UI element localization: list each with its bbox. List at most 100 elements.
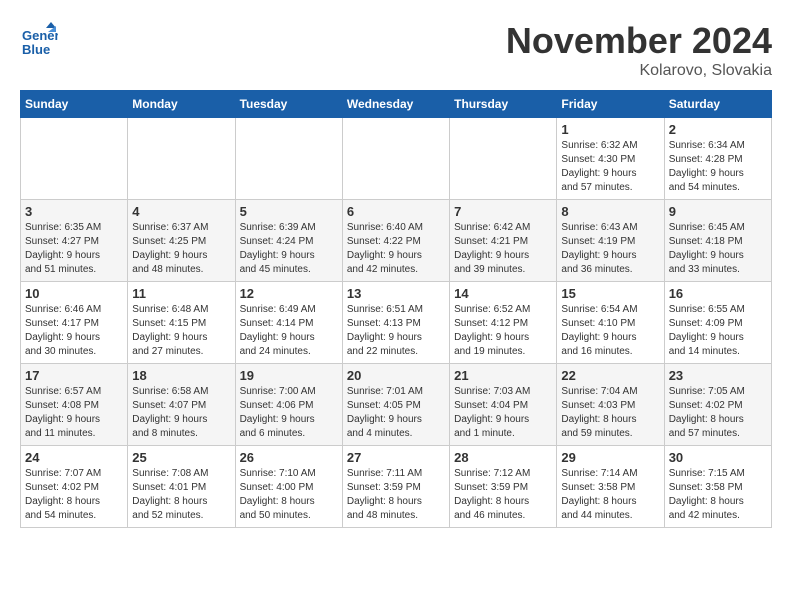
month-title: November 2024 (506, 20, 772, 62)
calendar-cell: 4 Sunrise: 6:37 AMSunset: 4:25 PMDaylight… (128, 200, 235, 282)
title-area: November 2024 Kolarovo, Slovakia (506, 20, 772, 80)
header: General Blue November 2024 Kolarovo, Slo… (20, 20, 772, 80)
calendar-cell: 9 Sunrise: 6:45 AMSunset: 4:18 PMDaylight… (664, 200, 771, 282)
calendar-cell: 26 Sunrise: 7:10 AMSunset: 4:00 PMDayligh… (235, 446, 342, 528)
day-number: 7 (454, 204, 552, 219)
day-number: 6 (347, 204, 445, 219)
day-info: Sunrise: 6:52 AMSunset: 4:12 PMDaylight:… (454, 303, 552, 359)
day-number: 2 (669, 122, 767, 137)
day-number: 13 (347, 286, 445, 301)
day-number: 26 (240, 450, 338, 465)
day-info: Sunrise: 6:57 AMSunset: 4:08 PMDaylight:… (25, 385, 123, 441)
day-info: Sunrise: 6:42 AMSunset: 4:21 PMDaylight:… (454, 221, 552, 277)
calendar-cell: 30 Sunrise: 7:15 AMSunset: 3:58 PMDayligh… (664, 446, 771, 528)
day-number: 8 (561, 204, 659, 219)
day-info: Sunrise: 6:32 AMSunset: 4:30 PMDaylight:… (561, 139, 659, 195)
day-number: 4 (132, 204, 230, 219)
day-number: 17 (25, 368, 123, 383)
calendar-cell: 19 Sunrise: 7:00 AMSunset: 4:06 PMDayligh… (235, 364, 342, 446)
day-info: Sunrise: 6:51 AMSunset: 4:13 PMDaylight:… (347, 303, 445, 359)
calendar-cell: 28 Sunrise: 7:12 AMSunset: 3:59 PMDayligh… (450, 446, 557, 528)
day-number: 29 (561, 450, 659, 465)
day-number: 30 (669, 450, 767, 465)
day-number: 12 (240, 286, 338, 301)
day-info: Sunrise: 6:43 AMSunset: 4:19 PMDaylight:… (561, 221, 659, 277)
calendar-cell: 8 Sunrise: 6:43 AMSunset: 4:19 PMDaylight… (557, 200, 664, 282)
day-info: Sunrise: 6:58 AMSunset: 4:07 PMDaylight:… (132, 385, 230, 441)
day-info: Sunrise: 6:49 AMSunset: 4:14 PMDaylight:… (240, 303, 338, 359)
weekday-header-sunday: Sunday (21, 91, 128, 118)
location: Kolarovo, Slovakia (506, 62, 772, 80)
day-info: Sunrise: 7:04 AMSunset: 4:03 PMDaylight:… (561, 385, 659, 441)
day-number: 23 (669, 368, 767, 383)
day-info: Sunrise: 6:35 AMSunset: 4:27 PMDaylight:… (25, 221, 123, 277)
calendar: SundayMondayTuesdayWednesdayThursdayFrid… (20, 90, 772, 528)
weekday-header-monday: Monday (128, 91, 235, 118)
weekday-header-saturday: Saturday (664, 91, 771, 118)
calendar-cell: 20 Sunrise: 7:01 AMSunset: 4:05 PMDayligh… (342, 364, 449, 446)
day-number: 20 (347, 368, 445, 383)
calendar-cell: 14 Sunrise: 6:52 AMSunset: 4:12 PMDayligh… (450, 282, 557, 364)
day-number: 14 (454, 286, 552, 301)
day-number: 27 (347, 450, 445, 465)
calendar-cell: 17 Sunrise: 6:57 AMSunset: 4:08 PMDayligh… (21, 364, 128, 446)
calendar-cell: 27Sunrise: 7:11 AMSunset: 3:59 PMDayligh… (342, 446, 449, 528)
day-info: Sunrise: 7:12 AMSunset: 3:59 PMDaylight:… (454, 467, 552, 523)
day-info: Sunrise: 6:40 AMSunset: 4:22 PMDaylight:… (347, 221, 445, 277)
week-row-1: 1 Sunrise: 6:32 AMSunset: 4:30 PMDaylight… (21, 118, 772, 200)
day-number: 19 (240, 368, 338, 383)
day-info: Sunrise: 7:07 AMSunset: 4:02 PMDaylight:… (25, 467, 123, 523)
calendar-cell: 16 Sunrise: 6:55 AMSunset: 4:09 PMDayligh… (664, 282, 771, 364)
day-number: 9 (669, 204, 767, 219)
day-number: 24 (25, 450, 123, 465)
day-number: 18 (132, 368, 230, 383)
svg-text:Blue: Blue (22, 42, 50, 57)
calendar-cell: 22 Sunrise: 7:04 AMSunset: 4:03 PMDayligh… (557, 364, 664, 446)
day-info: Sunrise: 7:03 AMSunset: 4:04 PMDaylight:… (454, 385, 552, 441)
week-row-3: 10 Sunrise: 6:46 AMSunset: 4:17 PMDayligh… (21, 282, 772, 364)
day-info: Sunrise: 6:37 AMSunset: 4:25 PMDaylight:… (132, 221, 230, 277)
day-info: Sunrise: 7:10 AMSunset: 4:00 PMDaylight:… (240, 467, 338, 523)
weekday-header-tuesday: Tuesday (235, 91, 342, 118)
day-info: Sunrise: 7:14 AMSunset: 3:58 PMDaylight:… (561, 467, 659, 523)
day-number: 22 (561, 368, 659, 383)
day-number: 5 (240, 204, 338, 219)
calendar-cell: 18 Sunrise: 6:58 AMSunset: 4:07 PMDayligh… (128, 364, 235, 446)
weekday-header-row: SundayMondayTuesdayWednesdayThursdayFrid… (21, 91, 772, 118)
calendar-cell: 6 Sunrise: 6:40 AMSunset: 4:22 PMDaylight… (342, 200, 449, 282)
calendar-cell (128, 118, 235, 200)
calendar-cell: 24 Sunrise: 7:07 AMSunset: 4:02 PMDayligh… (21, 446, 128, 528)
week-row-4: 17 Sunrise: 6:57 AMSunset: 4:08 PMDayligh… (21, 364, 772, 446)
day-number: 16 (669, 286, 767, 301)
weekday-header-thursday: Thursday (450, 91, 557, 118)
calendar-cell: 23Sunrise: 7:05 AMSunset: 4:02 PMDayligh… (664, 364, 771, 446)
day-info: Sunrise: 7:01 AMSunset: 4:05 PMDaylight:… (347, 385, 445, 441)
calendar-cell: 10 Sunrise: 6:46 AMSunset: 4:17 PMDayligh… (21, 282, 128, 364)
day-number: 10 (25, 286, 123, 301)
calendar-cell: 2 Sunrise: 6:34 AMSunset: 4:28 PMDaylight… (664, 118, 771, 200)
day-info: Sunrise: 7:00 AMSunset: 4:06 PMDaylight:… (240, 385, 338, 441)
day-info: Sunrise: 6:46 AMSunset: 4:17 PMDaylight:… (25, 303, 123, 359)
calendar-cell: 29 Sunrise: 7:14 AMSunset: 3:58 PMDayligh… (557, 446, 664, 528)
day-number: 1 (561, 122, 659, 137)
calendar-cell: 1 Sunrise: 6:32 AMSunset: 4:30 PMDaylight… (557, 118, 664, 200)
calendar-cell (450, 118, 557, 200)
calendar-cell: 5 Sunrise: 6:39 AMSunset: 4:24 PMDaylight… (235, 200, 342, 282)
calendar-cell: 13 Sunrise: 6:51 AMSunset: 4:13 PMDayligh… (342, 282, 449, 364)
day-info: Sunrise: 6:48 AMSunset: 4:15 PMDaylight:… (132, 303, 230, 359)
day-info: Sunrise: 6:45 AMSunset: 4:18 PMDaylight:… (669, 221, 767, 277)
calendar-cell: 7 Sunrise: 6:42 AMSunset: 4:21 PMDaylight… (450, 200, 557, 282)
calendar-cell: 3Sunrise: 6:35 AMSunset: 4:27 PMDaylight… (21, 200, 128, 282)
day-number: 28 (454, 450, 552, 465)
week-row-2: 3Sunrise: 6:35 AMSunset: 4:27 PMDaylight… (21, 200, 772, 282)
weekday-header-friday: Friday (557, 91, 664, 118)
calendar-cell: 15Sunrise: 6:54 AMSunset: 4:10 PMDayligh… (557, 282, 664, 364)
day-info: Sunrise: 7:15 AMSunset: 3:58 PMDaylight:… (669, 467, 767, 523)
calendar-cell: 21Sunrise: 7:03 AMSunset: 4:04 PMDayligh… (450, 364, 557, 446)
day-number: 15 (561, 286, 659, 301)
day-info: Sunrise: 6:39 AMSunset: 4:24 PMDaylight:… (240, 221, 338, 277)
day-number: 25 (132, 450, 230, 465)
day-info: Sunrise: 6:34 AMSunset: 4:28 PMDaylight:… (669, 139, 767, 195)
logo: General Blue (20, 20, 58, 58)
day-info: Sunrise: 6:55 AMSunset: 4:09 PMDaylight:… (669, 303, 767, 359)
